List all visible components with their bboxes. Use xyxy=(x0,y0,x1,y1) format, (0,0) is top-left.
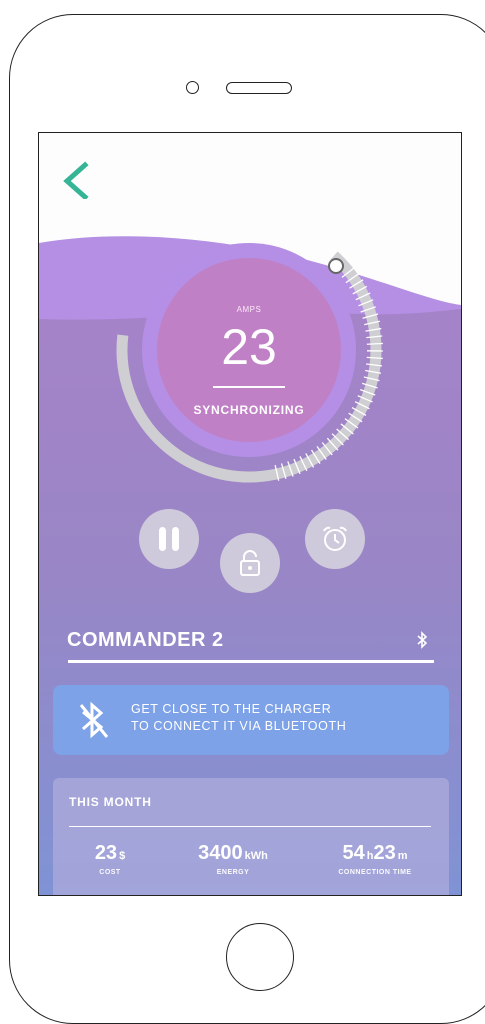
device-name: COMMANDER 2 xyxy=(67,629,224,652)
camera xyxy=(186,81,199,94)
bluetooth-disabled-icon xyxy=(75,701,111,741)
time-hours: 54 xyxy=(342,842,364,864)
this-month-card: THIS MONTH 23$ COST 3400kWh ENERGY 54h23… xyxy=(53,778,449,896)
amps-label: AMPS xyxy=(189,305,309,314)
app-screen: AMPS 23 SYNCHRONIZING COMMANDER 2 xyxy=(38,132,462,896)
stat-connection-time: 54h23m CONNECTION TIME xyxy=(315,842,435,876)
stat-cost: 23$ COST xyxy=(75,842,145,876)
bluetooth-icon xyxy=(415,631,429,649)
pause-button[interactable] xyxy=(139,509,199,569)
amps-value: 23 xyxy=(189,319,309,375)
pause-icon xyxy=(154,524,184,554)
notice-line-1: GET CLOSE TO THE CHARGER xyxy=(131,701,346,718)
unlock-icon xyxy=(235,548,265,578)
cost-label: COST xyxy=(75,869,145,876)
time-minutes: 23 xyxy=(373,842,395,864)
lock-button[interactable] xyxy=(220,533,280,593)
energy-label: ENERGY xyxy=(173,869,293,876)
home-button[interactable] xyxy=(226,923,294,991)
dial-tick xyxy=(367,343,383,344)
device-name-underline xyxy=(68,660,434,663)
time-m-unit: m xyxy=(398,850,408,862)
time-label: CONNECTION TIME xyxy=(315,869,435,876)
dial-handle[interactable] xyxy=(329,259,343,273)
cost-value: 23 xyxy=(95,842,117,864)
speaker xyxy=(226,82,292,94)
energy-unit: kWh xyxy=(245,850,268,862)
amps-divider xyxy=(213,386,285,388)
alarm-clock-icon xyxy=(319,523,351,555)
schedule-button[interactable] xyxy=(305,509,365,569)
bluetooth-notice: GET CLOSE TO THE CHARGER TO CONNECT IT V… xyxy=(53,685,449,755)
energy-value: 3400 xyxy=(198,842,243,864)
card-title: THIS MONTH xyxy=(69,795,152,809)
stat-energy: 3400kWh ENERGY xyxy=(173,842,293,876)
bluetooth-notice-text: GET CLOSE TO THE CHARGER TO CONNECT IT V… xyxy=(131,701,346,735)
status-text: SYNCHRONIZING xyxy=(179,403,319,417)
cost-unit: $ xyxy=(119,850,125,862)
card-divider xyxy=(69,826,431,827)
notice-line-2: TO CONNECT IT VIA BLUETOOTH xyxy=(131,718,346,735)
